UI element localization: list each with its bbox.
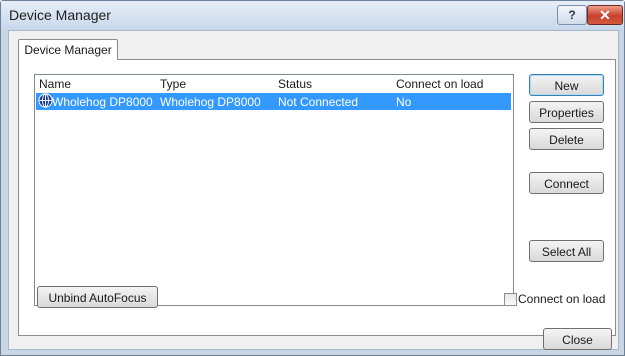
- checkbox-box[interactable]: [504, 293, 517, 306]
- cell-status: Not Connected: [278, 95, 359, 109]
- cell-connect-on-load: No: [396, 95, 412, 109]
- delete-button[interactable]: Delete: [529, 128, 604, 150]
- connect-on-load-label[interactable]: Connect on load: [518, 292, 605, 306]
- new-button[interactable]: New: [529, 74, 604, 96]
- column-header-type[interactable]: Type: [160, 77, 186, 91]
- dialog-client-area: Device Manager Name Type Status Connect …: [8, 30, 619, 350]
- tab-panel: Name Type Status Connect on load Wholeho…: [18, 59, 616, 336]
- column-header-status[interactable]: Status: [278, 77, 312, 91]
- connect-button[interactable]: Connect: [529, 172, 604, 194]
- column-header-name[interactable]: Name: [39, 77, 71, 91]
- title-bar[interactable]: Device Manager ? ✕: [1, 1, 624, 29]
- help-button[interactable]: ?: [557, 5, 587, 25]
- cell-type: Wholehog DP8000: [160, 95, 261, 109]
- unbind-autofocus-button[interactable]: Unbind AutoFocus: [37, 286, 158, 308]
- device-globe-icon: [38, 93, 53, 108]
- close-button[interactable]: Close: [543, 328, 612, 350]
- tab-device-manager[interactable]: Device Manager: [18, 39, 118, 60]
- window-close-button[interactable]: ✕: [587, 5, 623, 25]
- table-row[interactable]: Wholehog DP8000 Wholehog DP8000 Not Conn…: [36, 93, 511, 110]
- properties-button[interactable]: Properties: [529, 101, 604, 123]
- column-header-connect-on-load[interactable]: Connect on load: [396, 77, 483, 91]
- device-list[interactable]: Name Type Status Connect on load Wholeho…: [34, 74, 514, 306]
- select-all-button[interactable]: Select All: [529, 240, 604, 262]
- window-title: Device Manager: [9, 7, 111, 23]
- device-manager-window: Device Manager ? ✕ Device Manager Name T…: [0, 0, 625, 356]
- device-list-header: Name Type Status Connect on load: [35, 75, 513, 92]
- cell-name: Wholehog DP8000: [52, 95, 153, 109]
